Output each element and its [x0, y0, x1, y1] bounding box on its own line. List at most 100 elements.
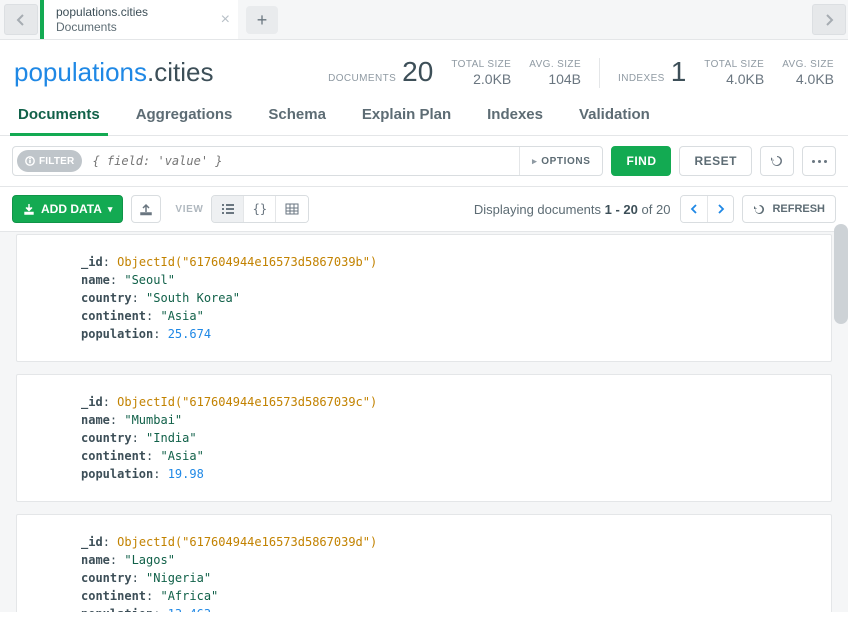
document-field: _id: ObjectId("617604944e16573d5867039b"…	[81, 253, 803, 271]
tab-documents[interactable]: Documents	[14, 96, 104, 135]
caret-down-icon: ▾	[108, 204, 113, 215]
field-key: population	[81, 327, 153, 341]
view-toggle: {}	[211, 195, 309, 223]
collection-stats: DOCUMENTS 20 TOTAL SIZE 2.0KB AVG. SIZE …	[328, 56, 834, 88]
paging-of: of	[638, 202, 656, 217]
paging-range: 1 - 20	[605, 202, 638, 217]
export-button[interactable]	[131, 195, 161, 223]
download-icon	[23, 203, 35, 215]
more-menu-button[interactable]	[802, 146, 836, 176]
field-key: continent	[81, 589, 146, 603]
view-list-button[interactable]	[212, 196, 244, 222]
paging-nav	[680, 195, 734, 223]
field-key: _id	[81, 255, 103, 269]
stat-label: INDEXES	[618, 73, 665, 84]
nav-back-button[interactable]	[4, 4, 38, 35]
field-value: ObjectId("617604944e16573d5867039d")	[117, 535, 377, 549]
history-button[interactable]	[760, 146, 794, 176]
filter-input[interactable]	[82, 147, 519, 175]
upload-icon	[139, 202, 153, 216]
document-card[interactable]: _id: ObjectId("617604944e16573d5867039c"…	[16, 374, 832, 502]
paging-prefix: Displaying documents	[474, 202, 605, 217]
field-key: population	[81, 607, 153, 612]
tab-indexes[interactable]: Indexes	[483, 96, 547, 135]
field-key: name	[81, 413, 110, 427]
collection-subtabs: Documents Aggregations Schema Explain Pl…	[0, 96, 848, 136]
document-field: continent: "Asia"	[81, 307, 803, 325]
field-value: 13.463	[168, 607, 211, 612]
braces-icon: {}	[253, 202, 267, 216]
document-field: country: "India"	[81, 429, 803, 447]
field-value: ObjectId("617604944e16573d5867039c")	[117, 395, 377, 409]
documents-toolbar: ADD DATA ▾ VIEW {} Displaying documents …	[0, 187, 848, 232]
document-list[interactable]: _id: ObjectId("617604944e16573d5867039b"…	[0, 232, 848, 612]
view-json-button[interactable]: {}	[244, 196, 276, 222]
document-card[interactable]: _id: ObjectId("617604944e16573d5867039b"…	[16, 234, 832, 362]
ellipsis-icon	[812, 160, 827, 163]
find-button[interactable]: FIND	[611, 146, 671, 176]
view-table-button[interactable]	[276, 196, 308, 222]
field-value: "Asia"	[160, 309, 203, 323]
field-value: "Seoul"	[124, 273, 175, 287]
chevron-right-icon	[717, 204, 725, 214]
document-field: country: "South Korea"	[81, 289, 803, 307]
document-field: population: 25.674	[81, 325, 803, 343]
tab-collection[interactable]: populations.cities Documents ×	[40, 0, 238, 39]
tab-subtitle: Documents	[56, 20, 148, 35]
scrollbar-thumb[interactable]	[834, 224, 848, 324]
paging-total: 20	[656, 202, 670, 217]
filter-options-label: OPTIONS	[541, 156, 590, 167]
add-data-button[interactable]: ADD DATA ▾	[12, 195, 123, 223]
field-key: name	[81, 553, 110, 567]
document-field: continent: "Africa"	[81, 587, 803, 605]
field-value: 19.98	[168, 467, 204, 481]
document-field: _id: ObjectId("617604944e16573d5867039d"…	[81, 533, 803, 551]
filter-input-wrap: FILTER ▸ OPTIONS	[12, 146, 603, 176]
tab-schema[interactable]: Schema	[264, 96, 330, 135]
document-field: name: "Seoul"	[81, 271, 803, 289]
nav-forward-button[interactable]	[812, 4, 846, 35]
refresh-icon	[753, 203, 766, 216]
refresh-label: REFRESH	[772, 203, 825, 215]
namespace-collection: .cities	[147, 57, 213, 87]
page-prev-button[interactable]	[681, 196, 707, 222]
history-icon	[769, 153, 785, 169]
tab-aggregations[interactable]: Aggregations	[132, 96, 237, 135]
field-value: "Nigeria"	[146, 571, 211, 585]
stat-label: AVG. SIZE	[529, 59, 581, 71]
field-value: ObjectId("617604944e16573d5867039b")	[117, 255, 377, 269]
stat-total-size: 2.0KB	[473, 71, 511, 88]
chevron-right-icon	[824, 14, 834, 26]
stat-divider	[599, 58, 600, 88]
close-icon[interactable]: ×	[221, 12, 230, 28]
document-field: name: "Mumbai"	[81, 411, 803, 429]
reset-button[interactable]: RESET	[679, 146, 752, 176]
stat-avg-size: 104B	[548, 71, 581, 88]
field-key: country	[81, 431, 132, 445]
stat-documents-count: 20	[402, 56, 433, 88]
field-value: 25.674	[168, 327, 211, 341]
field-key: continent	[81, 309, 146, 323]
tab-title: populations.cities	[56, 5, 148, 20]
page-next-button[interactable]	[707, 196, 733, 222]
document-field: _id: ObjectId("617604944e16573d5867039c"…	[81, 393, 803, 411]
namespace-title: populations.cities	[14, 57, 213, 88]
document-card[interactable]: _id: ObjectId("617604944e16573d5867039d"…	[16, 514, 832, 612]
filter-options-button[interactable]: ▸ OPTIONS	[519, 147, 602, 175]
plus-icon: +	[257, 10, 268, 31]
paging-status: Displaying documents 1 - 20 of 20	[474, 202, 671, 217]
list-icon	[221, 203, 235, 215]
field-value: "South Korea"	[146, 291, 240, 305]
filter-badge-label: FILTER	[39, 156, 74, 167]
caret-right-icon: ▸	[532, 156, 537, 167]
tab-validation[interactable]: Validation	[575, 96, 654, 135]
field-value: "Mumbai"	[124, 413, 182, 427]
field-key: country	[81, 291, 132, 305]
filter-bar: FILTER ▸ OPTIONS FIND RESET	[0, 136, 848, 187]
tab-explain-plan[interactable]: Explain Plan	[358, 96, 455, 135]
info-icon	[25, 156, 35, 166]
filter-badge: FILTER	[17, 150, 82, 172]
namespace-db[interactable]: populations	[14, 57, 147, 87]
new-tab-button[interactable]: +	[246, 6, 278, 34]
refresh-button[interactable]: REFRESH	[742, 195, 836, 223]
